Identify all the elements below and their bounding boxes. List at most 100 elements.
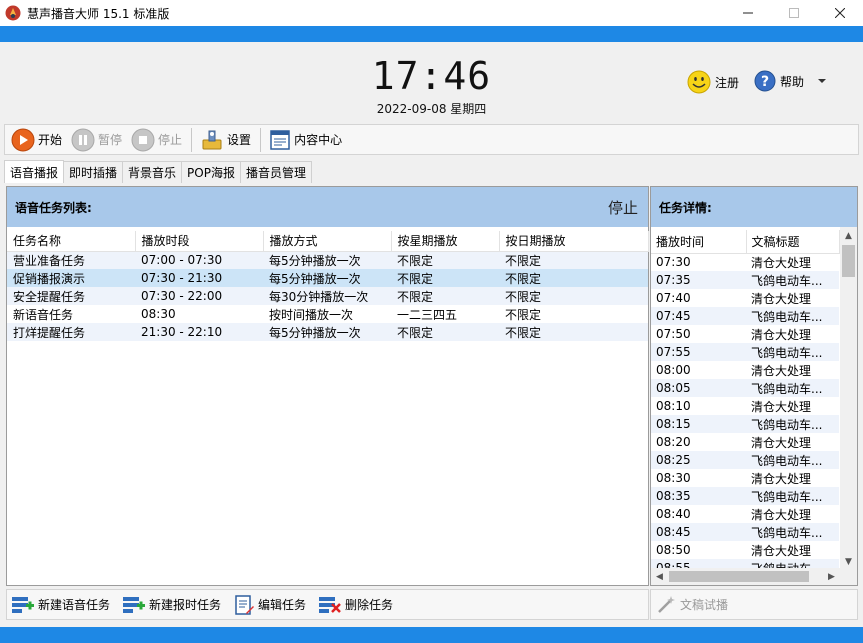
cell-play-time: 08:50 xyxy=(656,543,691,557)
cell-play-time: 07:35 xyxy=(651,271,746,289)
detail-vertical-scrollbar[interactable]: ▲ ▼ xyxy=(840,227,857,570)
pause-button[interactable]: 暂停 xyxy=(71,127,122,153)
scroll-up-icon[interactable]: ▲ xyxy=(840,227,857,244)
clock-date: 2022-09-08 星期四 xyxy=(376,102,487,116)
table-row[interactable]: 08:00 清仓大处理 xyxy=(651,361,839,379)
table-row[interactable]: 08:15 飞鸽电动车... xyxy=(651,415,839,433)
column-header-play-period[interactable]: 播放时段 xyxy=(135,231,264,252)
table-row[interactable]: 08:40 清仓大处理 xyxy=(651,505,839,523)
delete-task-button[interactable]: 删除任务 xyxy=(318,592,393,618)
new-time-task-button[interactable]: 新建报时任务 xyxy=(122,592,221,618)
table-row[interactable]: 安全提醒任务 07:30 - 22:00 每30分钟播放一次 不限定 不限定 xyxy=(7,287,648,305)
chevron-down-icon[interactable] xyxy=(816,76,828,86)
scroll-left-icon[interactable]: ◀ xyxy=(651,568,668,585)
edit-task-button[interactable]: 编辑任务 xyxy=(233,592,306,618)
cell-play-period: 08:30 xyxy=(141,307,176,321)
cell-play-time: 08:10 xyxy=(656,399,691,413)
pause-icon xyxy=(71,128,95,151)
table-row[interactable]: 08:20 清仓大处理 xyxy=(651,433,839,451)
detail-horizontal-scrollbar[interactable]: ◀ ▶ xyxy=(651,568,857,585)
column-header-by-date[interactable]: 按日期播放 xyxy=(499,231,649,252)
add-list-icon xyxy=(12,596,34,613)
smiley-icon xyxy=(687,70,711,94)
cell-play-mode: 每5分钟播放一次 xyxy=(263,269,391,287)
clock-header: 17:46 2022-09-08 星期四 注册 ? 帮助 xyxy=(0,42,863,122)
toolbar-divider xyxy=(191,127,193,152)
cell-by-weekday: 一二三四五 xyxy=(397,307,458,322)
table-row[interactable]: 08:50 清仓大处理 xyxy=(651,541,839,559)
table-row[interactable]: 07:45 飞鸽电动车... xyxy=(651,307,839,325)
column-header-task-name[interactable]: 任务名称 xyxy=(7,231,136,252)
cell-by-weekday: 不限定 xyxy=(391,269,499,287)
cell-play-time: 07:40 xyxy=(656,291,691,305)
table-row[interactable]: 08:45 飞鸽电动车... xyxy=(651,523,839,541)
cell-script-title: 清仓大处理 xyxy=(751,327,812,342)
table-row[interactable]: 打烊提醒任务 21:30 - 22:10 每5分钟播放一次 不限定 不限定 xyxy=(7,323,648,341)
table-row[interactable]: 07:40 清仓大处理 xyxy=(651,289,839,307)
scroll-right-icon[interactable]: ▶ xyxy=(823,568,840,585)
detail-table-header-row: 播放时间 文稿标题 xyxy=(651,230,840,254)
content-center-button[interactable]: 内容中心 xyxy=(269,127,342,153)
new-voice-task-button[interactable]: 新建语音任务 xyxy=(11,592,110,618)
column-header-play-time[interactable]: 播放时间 xyxy=(651,230,747,254)
tab-voice-broadcast[interactable]: 语音播报 xyxy=(4,160,65,183)
cell-task-name: 打烊提醒任务 xyxy=(7,323,135,341)
close-button[interactable] xyxy=(817,0,863,26)
settings-button[interactable]: 设置 xyxy=(200,127,251,153)
edit-task-label: 编辑任务 xyxy=(258,598,307,612)
table-row[interactable]: 新语音任务 08:30 按时间播放一次 一二三四五 不限定 xyxy=(7,305,648,323)
table-row[interactable]: 08:05 飞鸽电动车... xyxy=(651,379,839,397)
cell-play-time: 08:40 xyxy=(656,507,691,521)
help-icon: ? xyxy=(754,70,776,92)
help-button[interactable]: ? 帮助 xyxy=(754,70,828,92)
minimize-button[interactable] xyxy=(725,0,771,26)
stop-button[interactable]: 停止 xyxy=(131,127,182,153)
cell-by-date: 不限定 xyxy=(499,323,648,341)
cell-play-mode: 每5分钟播放一次 xyxy=(263,323,391,341)
maximize-icon xyxy=(789,8,799,18)
table-row[interactable]: 08:30 清仓大处理 xyxy=(651,469,839,487)
table-row-selected[interactable]: 促销播报演示 07:30 - 21:30 每5分钟播放一次 不限定 不限定 xyxy=(7,269,648,287)
scrollbar-thumb[interactable] xyxy=(842,245,855,277)
start-button[interactable]: 开始 xyxy=(11,127,62,153)
tab-instant-insert[interactable]: 即时插播 xyxy=(63,161,124,183)
cell-script-title: 清仓大处理 xyxy=(751,507,812,522)
register-button[interactable]: 注册 xyxy=(687,70,739,94)
cell-play-time: 08:25 xyxy=(651,451,746,469)
cell-play-time: 08:35 xyxy=(651,487,746,505)
cell-by-date: 不限定 xyxy=(499,251,648,269)
maximize-button[interactable] xyxy=(771,0,817,26)
tab-pop-poster[interactable]: POP海报 xyxy=(181,161,241,183)
cell-script-title: 飞鸽电动车... xyxy=(746,523,839,541)
table-row[interactable]: 07:50 清仓大处理 xyxy=(651,325,839,343)
preview-script-button[interactable]: 文稿试播 xyxy=(655,592,728,618)
detail-table-body: 07:30 清仓大处理 07:35 飞鸽电动车... 07:40 清仓大处理 07:45 飞鸽… xyxy=(651,253,839,577)
cell-play-time: 08:45 xyxy=(651,523,746,541)
table-row[interactable]: 07:30 清仓大处理 xyxy=(651,253,839,271)
cell-script-title: 清仓大处理 xyxy=(751,435,812,450)
tab-background-music[interactable]: 背景音乐 xyxy=(122,161,183,183)
tab-announcer-management[interactable]: 播音员管理 xyxy=(239,161,312,183)
table-row[interactable]: 营业准备任务 07:00 - 07:30 每5分钟播放一次 不限定 不限定 xyxy=(7,251,648,269)
table-row[interactable]: 07:55 飞鸽电动车... xyxy=(651,343,839,361)
play-icon xyxy=(11,128,35,151)
table-row[interactable]: 08:25 飞鸽电动车... xyxy=(651,451,839,469)
cell-script-title: 飞鸽电动车... xyxy=(746,343,839,361)
start-label: 开始 xyxy=(38,133,63,147)
cell-task-name: 安全提醒任务 xyxy=(7,287,135,305)
cell-task-name: 新语音任务 xyxy=(13,307,74,322)
column-header-by-weekday[interactable]: 按星期播放 xyxy=(391,231,500,252)
table-row[interactable]: 08:10 清仓大处理 xyxy=(651,397,839,415)
cell-script-title: 清仓大处理 xyxy=(751,255,812,270)
column-header-script-title[interactable]: 文稿标题 xyxy=(746,230,840,254)
column-header-play-mode[interactable]: 播放方式 xyxy=(263,231,392,252)
scrollbar-thumb[interactable] xyxy=(669,571,809,582)
cell-play-time: 07:45 xyxy=(651,307,746,325)
pause-label: 暂停 xyxy=(98,133,123,147)
cell-by-weekday: 不限定 xyxy=(391,323,499,341)
cell-script-title: 清仓大处理 xyxy=(751,399,812,414)
table-row[interactable]: 07:35 飞鸽电动车... xyxy=(651,271,839,289)
app-window: 慧声播音大师 15.1 标准版 17:46 2022-09-08 星期四 注册 xyxy=(0,0,863,643)
table-row[interactable]: 08:35 飞鸽电动车... xyxy=(651,487,839,505)
cell-script-title: 清仓大处理 xyxy=(751,291,812,306)
